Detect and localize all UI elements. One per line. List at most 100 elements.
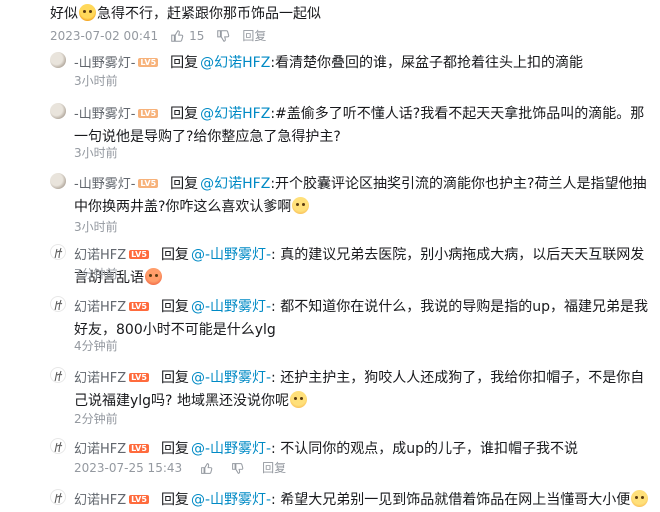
avatar[interactable] [50, 367, 66, 383]
reply-time: 3小时前 [74, 74, 118, 88]
reply-time: 4分钟前 [74, 339, 118, 353]
reply-meta: 2023-07-25 15:43 回复 [74, 460, 286, 476]
reply-text: :#盖偷多了听不懂人话?我看不起天天拿批饰品叫的滴能。那一句说他是导购了?给你整… [74, 106, 645, 145]
reply-meta: 7分钟前 [74, 266, 118, 282]
username[interactable]: -山野雾灯- [74, 177, 135, 192]
avatar-sketch-icon [54, 492, 63, 504]
reply-word: 回复 [160, 370, 189, 386]
reply-time: 2023-07-25 15:43 [74, 461, 183, 475]
reply-button[interactable]: 回复 [242, 28, 266, 44]
dislike-button[interactable] [216, 29, 230, 43]
thumbs-down-icon [217, 30, 230, 42]
username[interactable]: 幻诺HFZ [74, 248, 126, 263]
top-comment-text-part: 急得不行，赶紧跟你那币饰品一起似 [97, 6, 321, 22]
like-button[interactable] [200, 462, 213, 475]
level-badge: LV5 [129, 495, 149, 504]
avatar-sketch-icon [54, 299, 63, 311]
username[interactable]: 幻诺HFZ [74, 300, 126, 315]
reply-item: -山野雾灯- LV5 回复 @幻诺HFZ:开个胶囊评论区抽奖引流的滴能你也护主?荷兰人… [50, 173, 655, 234]
mention-link[interactable]: @-山野雾灯- [191, 441, 271, 457]
level-badge: LV5 [129, 373, 149, 382]
avatar[interactable] [50, 173, 66, 189]
reply-item: 幻诺HFZ LV5 回复 @-山野雾灯-: 希望大兄弟别一见到饰品就借着饰品在网上当懂… [50, 489, 655, 511]
level-badge: LV5 [129, 250, 149, 259]
like-count: 15 [189, 29, 205, 43]
reply-word: 回复 [160, 247, 189, 263]
reply-word: 回复 [160, 441, 189, 457]
blush-face-icon [289, 391, 307, 408]
like-button[interactable]: 15 [170, 28, 204, 44]
reply-time: 2分钟前 [74, 412, 118, 426]
reply-item: 幻诺HFZ LV5 回复 @-山野雾灯-: 真的建议兄弟去医院，别小病拖成大病，以后天… [50, 244, 655, 286]
reply-text: : 希望大兄弟别一见到饰品就借着饰品在网上当懂哥大小便 [271, 492, 631, 508]
reply-item: -山野雾灯- LV5 回复 @幻诺HFZ:#盖偷多了听不懂人话?我看不起天天拿批饰品叫… [50, 103, 655, 161]
avatar[interactable] [50, 489, 66, 505]
level-badge: LV5 [138, 109, 159, 118]
mention-link[interactable]: @-山野雾灯- [191, 492, 271, 508]
reply-word: 回复 [170, 55, 199, 71]
reply-word: 回复 [160, 492, 189, 508]
top-comment-meta: 2023-07-02 00:41 15 回复 [50, 28, 266, 44]
thumbs-up-icon [171, 30, 184, 42]
reply-item: -山野雾灯- LV5 回复 @幻诺HFZ:看清楚你叠回的谁，屎盆子都抢着往头上扣的滴能… [50, 52, 655, 92]
dislike-button[interactable] [231, 462, 244, 475]
username[interactable]: 幻诺HFZ [74, 493, 126, 508]
anxious-face-icon [79, 4, 96, 21]
top-comment-text-part: 好似 [50, 6, 78, 22]
avatar[interactable] [50, 103, 66, 119]
username[interactable]: 幻诺HFZ [74, 442, 126, 457]
reply-text: : 不认同你的观点，成up的儿子，谁扣帽子我不说 [271, 441, 578, 457]
mention-link[interactable]: @幻诺HFZ [200, 106, 270, 122]
reply-content: 幻诺HFZ LV5 回复 @-山野雾灯-: 真的建议兄弟去医院，别小病拖成大病，以后天… [74, 244, 655, 289]
reply-content: 幻诺HFZ LV5 回复 @-山野雾灯-: 希望大兄弟别一见到饰品就借着饰品在网上当懂… [74, 489, 655, 512]
angry-face-icon [145, 268, 162, 285]
blush-face-icon [631, 490, 649, 507]
mention-link[interactable]: @-山野雾灯- [191, 370, 271, 386]
reply-item: 幻诺HFZ LV5 回复 @-山野雾灯-: 还护主护主，狗咬人人还成狗了，我给你扣帽子… [50, 367, 655, 426]
reply-meta: 4分钟前 [74, 338, 118, 354]
level-badge: LV5 [129, 444, 149, 453]
reply-text: :看清楚你叠回的谁，屎盆子都抢着往头上扣的滴能 [270, 55, 584, 71]
reply-meta: 3小时前 [74, 73, 118, 89]
reply-content: 幻诺HFZ LV5 回复 @-山野雾灯-: 不认同你的观点，成up的儿子，谁扣帽子我不… [74, 438, 655, 461]
reply-meta: 3小时前 [74, 219, 118, 235]
blush-face-icon [292, 197, 310, 214]
reply-content: 幻诺HFZ LV5 回复 @-山野雾灯-: 都不知道你在说什么，我说的导购是指的up，… [74, 296, 655, 341]
reply-meta: 3小时前 [74, 145, 118, 161]
top-comment-text: 好似 急得不行，赶紧跟你那币饰品一起似 [50, 4, 321, 24]
reply-time: 3小时前 [74, 220, 118, 234]
reply-word: 回复 [160, 299, 189, 315]
reply-item: 幻诺HFZ LV5 回复 @-山野雾灯-: 不认同你的观点，成up的儿子，谁扣帽子我不… [50, 438, 655, 476]
username[interactable]: 幻诺HFZ [74, 371, 126, 386]
reply-button[interactable]: 回复 [262, 460, 286, 476]
avatar-sketch-icon [54, 370, 63, 382]
reply-content: -山野雾灯- LV5 回复 @幻诺HFZ:#盖偷多了听不懂人话?我看不起天天拿批饰品叫… [74, 103, 655, 148]
reply-content: -山野雾灯- LV5 回复 @幻诺HFZ:开个胶囊评论区抽奖引流的滴能你也护主?荷兰人… [74, 173, 655, 218]
avatar-sketch-icon [54, 247, 63, 259]
mention-link[interactable]: @幻诺HFZ [200, 176, 270, 192]
reply-content: -山野雾灯- LV5 回复 @幻诺HFZ:看清楚你叠回的谁，屎盆子都抢着往头上扣的滴能 [74, 52, 655, 75]
level-badge: LV5 [138, 58, 159, 67]
avatar[interactable] [50, 296, 66, 312]
reply-word: 回复 [170, 176, 199, 192]
thumbs-up-icon [201, 462, 213, 474]
level-badge: LV5 [138, 179, 159, 188]
mention-link[interactable]: @-山野雾灯- [191, 299, 271, 315]
reply-text: :开个胶囊评论区抽奖引流的滴能你也护主?荷兰人是指望他抽中你换两井盖?你咋这么喜… [74, 176, 647, 215]
reply-text: : 还护主护主，狗咬人人还成狗了，我给你扣帽子，不是你自己说福建ylg吗? 地域… [74, 370, 645, 409]
username[interactable]: -山野雾灯- [74, 107, 135, 122]
reply-item: 幻诺HFZ LV5 回复 @-山野雾灯-: 都不知道你在说什么，我说的导购是指的up，… [50, 296, 655, 354]
reply-time: 3小时前 [74, 146, 118, 160]
thumbs-down-icon [232, 462, 244, 474]
username[interactable]: -山野雾灯- [74, 56, 135, 71]
mention-link[interactable]: @幻诺HFZ [200, 55, 270, 71]
avatar[interactable] [50, 244, 66, 260]
level-badge: LV5 [129, 302, 149, 311]
avatar-sketch-icon [54, 441, 63, 453]
comment-date: 2023-07-02 00:41 [50, 29, 159, 43]
mention-link[interactable]: @-山野雾灯- [191, 247, 271, 263]
reply-content: 幻诺HFZ LV5 回复 @-山野雾灯-: 还护主护主，狗咬人人还成狗了，我给你扣帽子… [74, 367, 655, 412]
reply-word: 回复 [170, 106, 199, 122]
avatar[interactable] [50, 52, 66, 68]
avatar[interactable] [50, 438, 66, 454]
